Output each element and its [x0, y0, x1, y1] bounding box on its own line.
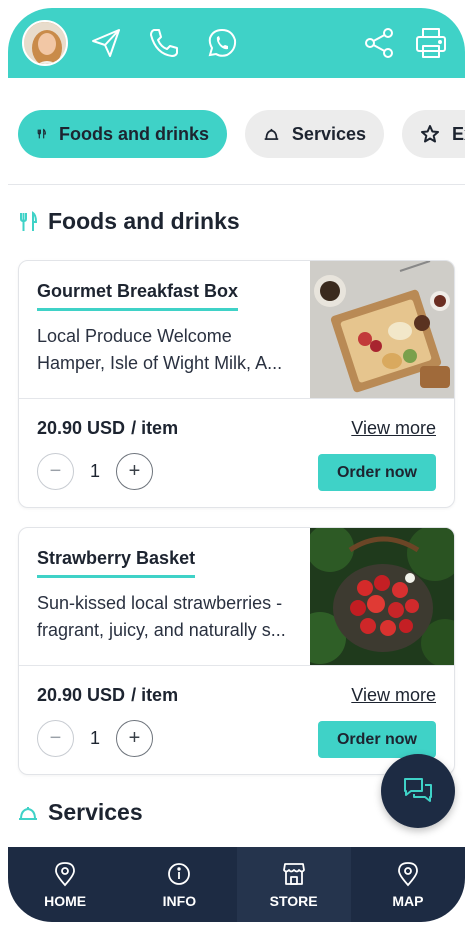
phone-icon[interactable] — [144, 23, 184, 63]
chat-button[interactable] — [381, 754, 455, 828]
section-title-text: Foods and drinks — [48, 208, 240, 234]
app-screen: Foods and drinks Services Ex Foods and d… — [8, 8, 465, 922]
product-summary[interactable]: Strawberry Basket Sun-kissed local straw… — [19, 528, 454, 665]
price-unit: / item — [131, 685, 179, 705]
send-icon[interactable] — [86, 23, 126, 63]
chat-bubbles-icon — [404, 778, 432, 802]
divider — [8, 184, 465, 185]
price-value: 20.90 USD — [37, 418, 126, 438]
nav-label: STORE — [269, 892, 318, 909]
product-summary[interactable]: Gourmet Breakfast Box Local Produce Welc… — [19, 261, 454, 398]
fork-knife-icon — [37, 128, 46, 139]
tab-services[interactable]: Services — [245, 110, 384, 158]
nav-home[interactable]: HOME — [8, 847, 122, 922]
nav-label: HOME — [44, 892, 87, 909]
nav-store[interactable]: STORE — [236, 847, 351, 922]
product-card: Gourmet Breakfast Box Local Produce Welc… — [18, 260, 455, 508]
top-header — [8, 8, 465, 78]
product-name: Gourmet Breakfast Box — [37, 281, 239, 311]
section-title-services: Services — [18, 799, 143, 826]
star-icon — [421, 125, 439, 143]
category-tabs: Foods and drinks Services Ex — [8, 108, 465, 160]
cloche-icon — [19, 806, 37, 820]
product-image-strawberries — [310, 528, 454, 665]
price-value: 20.90 USD — [37, 685, 126, 705]
tab-foods-and-drinks[interactable]: Foods and drinks — [18, 110, 227, 158]
card-separator — [19, 398, 454, 399]
bottom-navigation: HOME INFO STORE MAP — [8, 847, 465, 922]
product-card: Strawberry Basket Sun-kissed local straw… — [18, 527, 455, 775]
price-unit: / item — [131, 418, 179, 438]
view-more-link[interactable]: View more — [351, 418, 436, 439]
section-title-text: Services — [48, 799, 143, 825]
store-icon — [282, 862, 305, 885]
decrease-quantity-button[interactable]: − — [37, 453, 74, 490]
cloche-icon — [264, 128, 279, 140]
avatar-image — [24, 22, 66, 64]
product-price: 20.90 USD / item — [37, 418, 178, 439]
tab-label: Ex — [452, 123, 465, 144]
section-title-foods: Foods and drinks — [18, 208, 240, 235]
quantity-stepper: − 1 + — [37, 720, 153, 757]
order-now-button[interactable]: Order now — [318, 721, 436, 758]
tab-label: Foods and drinks — [58, 123, 209, 144]
quantity-value: 1 — [89, 461, 100, 481]
product-price: 20.90 USD / item — [37, 685, 178, 706]
order-now-button[interactable]: Order now — [318, 454, 436, 491]
whatsapp-icon[interactable] — [202, 23, 242, 63]
product-name: Strawberry Basket — [37, 548, 196, 578]
location-pin-icon — [397, 861, 418, 886]
nav-map[interactable]: MAP — [351, 847, 465, 922]
nav-label: INFO — [162, 892, 197, 909]
product-image-breakfast — [310, 261, 454, 398]
fork-knife-icon — [20, 210, 38, 231]
card-separator — [19, 665, 454, 666]
tab-label: Services — [291, 123, 366, 144]
location-pin-icon — [55, 861, 76, 886]
user-avatar[interactable] — [22, 20, 68, 66]
decrease-quantity-button[interactable]: − — [37, 720, 74, 757]
quantity-stepper: − 1 + — [37, 453, 153, 490]
product-description: Local Produce Welcome Hamper, Isle of Wi… — [37, 326, 283, 373]
tab-extra[interactable]: Ex — [402, 110, 465, 158]
info-icon — [168, 862, 191, 885]
quantity-value: 1 — [89, 728, 100, 748]
nav-label: MAP — [392, 892, 424, 909]
increase-quantity-button[interactable]: + — [116, 453, 153, 490]
view-more-link[interactable]: View more — [351, 685, 436, 706]
product-description: Sun-kissed local strawberries - fragrant… — [37, 593, 286, 640]
nav-info[interactable]: INFO — [122, 847, 236, 922]
print-icon[interactable] — [411, 23, 451, 63]
increase-quantity-button[interactable]: + — [116, 720, 153, 757]
share-icon[interactable] — [359, 23, 399, 63]
